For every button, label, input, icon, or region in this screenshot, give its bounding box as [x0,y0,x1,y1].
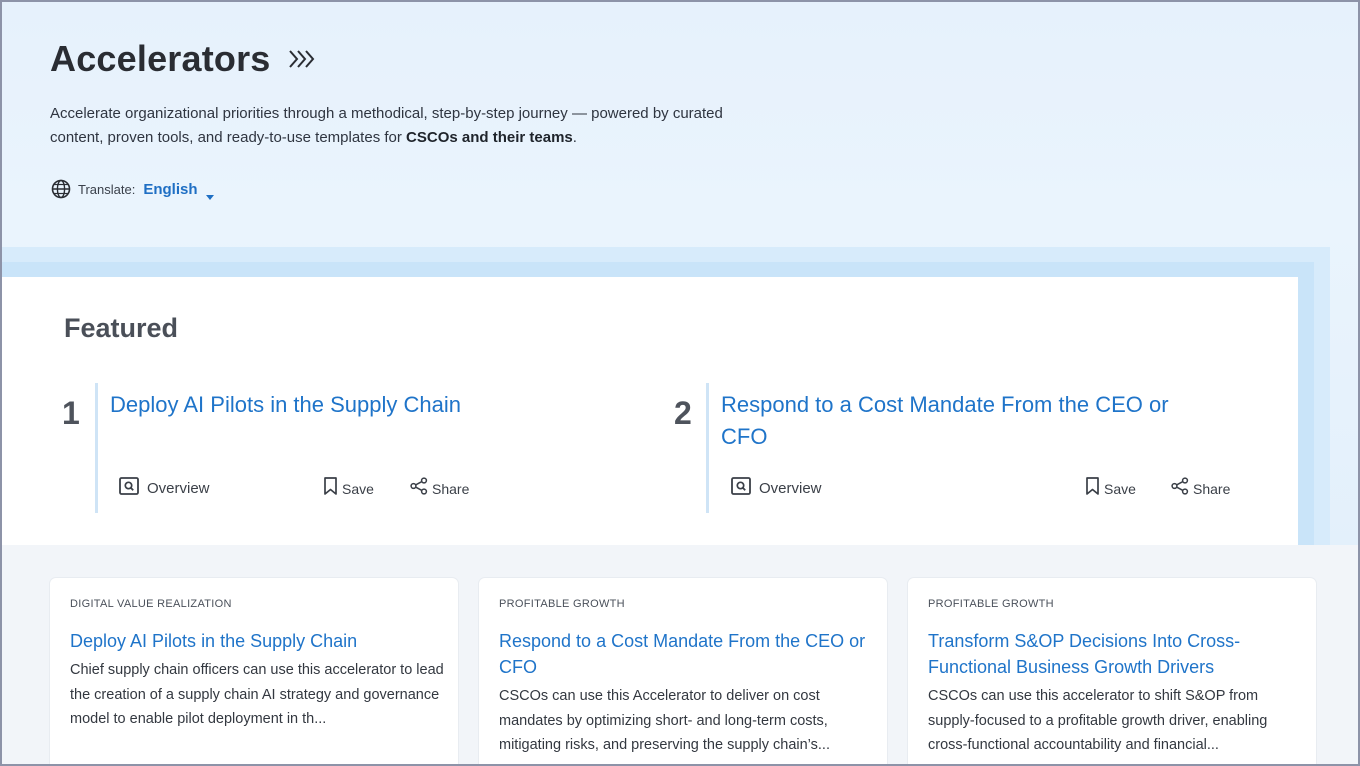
accelerator-card[interactable]: DIGITAL VALUE REALIZATION Deploy AI Pilo… [50,578,458,766]
description-suffix: . [572,129,577,146]
share-icon [410,477,428,500]
share-icon [1171,477,1189,500]
featured-item: 2 Respond to a Cost Mandate From the CEO… [674,383,1264,513]
save-label: Save [1104,480,1136,497]
page-title: Accelerators [50,38,271,79]
featured-item-title-link[interactable]: Deploy AI Pilots in the Supply Chain [110,389,530,421]
card-category: PROFITABLE GROWTH [928,598,1054,610]
featured-item-title-link[interactable]: Respond to a Cost Mandate From the CEO o… [721,389,1201,453]
overview-button[interactable]: Overview [731,477,822,500]
share-label: Share [1193,480,1231,497]
language-dropdown[interactable]: English [143,180,214,200]
accelerator-card[interactable]: PROFITABLE GROWTH Respond to a Cost Mand… [479,578,887,766]
accelerator-card-list: DIGITAL VALUE REALIZATION Deploy AI Pilo… [50,578,1316,766]
globe-icon [51,179,71,199]
chevrons-right-icon [287,47,317,71]
featured-divider [95,383,98,513]
card-title-link[interactable]: Respond to a Cost Mandate From the CEO o… [499,628,874,680]
description-emphasis: CSCOs and their teams [406,129,573,146]
bookmark-icon [1085,477,1100,500]
share-label: Share [432,480,470,497]
card-description: Chief supply chain officers can use this… [70,662,444,727]
accelerator-card[interactable]: PROFITABLE GROWTH Transform S&OP Decisio… [908,578,1316,766]
card-description: CSCOs can use this accelerator to shift … [928,688,1268,753]
featured-item-number: 1 [62,395,80,431]
title-row: Accelerators [50,38,317,80]
translate-label: Translate: [78,181,136,197]
caret-down-icon [205,187,214,200]
featured-divider [706,383,709,513]
featured-section: Featured 1 Deploy AI Pilots in the Suppl… [2,277,1298,545]
card-description: CSCOs can use this Accelerator to delive… [499,688,830,753]
share-button[interactable]: Share [410,477,469,500]
overview-label: Overview [759,480,822,497]
save-button[interactable]: Save [1085,477,1136,500]
featured-heading: Featured [64,313,179,343]
featured-item-number: 2 [674,395,692,431]
card-title-link[interactable]: Transform S&OP Decisions Into Cross-Func… [928,628,1303,680]
translate-control: Translate: English [51,179,214,200]
overview-icon [119,477,139,500]
featured-item: 1 Deploy AI Pilots in the Supply Chain O… [62,383,622,513]
save-button[interactable]: Save [323,477,374,500]
overview-icon [731,477,751,500]
card-title-link[interactable]: Deploy AI Pilots in the Supply Chain [70,628,445,654]
card-category: PROFITABLE GROWTH [499,598,625,610]
card-category: DIGITAL VALUE REALIZATION [70,598,232,610]
page-description: Accelerate organizational priorities thr… [50,102,770,150]
overview-button[interactable]: Overview [119,477,210,500]
overview-label: Overview [147,480,210,497]
share-button[interactable]: Share [1171,477,1230,500]
save-label: Save [342,480,374,497]
description-text: Accelerate organizational priorities thr… [50,105,723,146]
bookmark-icon [323,477,338,500]
language-value: English [143,180,198,198]
